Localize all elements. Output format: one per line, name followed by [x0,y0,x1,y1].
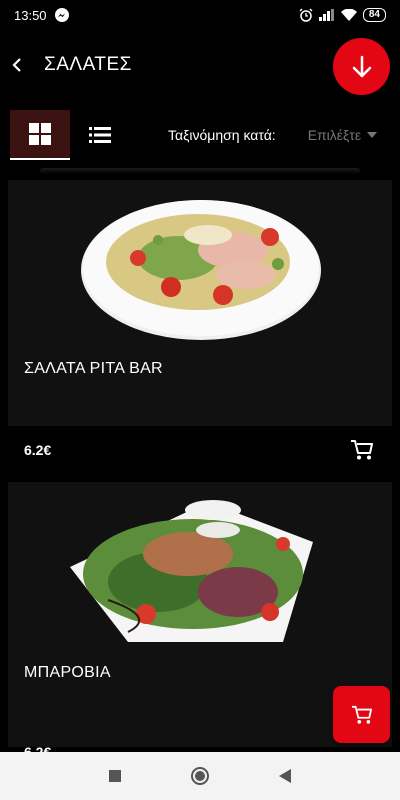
status-left: 13:50 [14,8,69,23]
page-title: ΣΑΛΑΤΕΣ [44,54,132,75]
status-bar: 13:50 84 [0,0,400,30]
grid-view-icon [29,123,51,145]
sort-label: Ταξινόμηση κατά: [168,127,276,143]
add-to-cart-button[interactable] [348,436,376,464]
system-nav-bar [0,752,400,800]
product-price-row: 6.2€ [0,429,400,471]
product-image-caesar-salad [81,200,321,340]
battery-indicator: 84 [362,8,386,22]
caret-down-icon [367,132,378,138]
list-view-toggle[interactable] [80,110,120,160]
divider [40,168,360,174]
arrow-down-icon [352,55,371,77]
status-time: 13:50 [14,7,47,23]
product-image-baravia-salad [70,500,313,642]
scroll-down-button[interactable] [333,38,390,95]
home-icon[interactable] [191,767,209,785]
status-right: 84 [299,8,386,22]
nav-back-icon[interactable] [279,769,291,783]
app-header: ΣΑΛΑΤΕΣ [0,30,400,100]
list-view-icon [89,127,111,143]
sort-dropdown-value: Επιλέξτε [307,127,362,143]
product-name: ΜΠΑΡΟΒΙΑ [24,664,111,681]
product-card[interactable]: ΣΑΛΑΤΑ PITA BAR [8,180,392,426]
cart-fab-button[interactable] [333,686,390,743]
back-button[interactable] [2,50,32,80]
signal-icon [318,9,334,21]
product-name: ΣΑΛΑΤΑ PITA BAR [24,360,163,377]
alarm-icon [299,8,313,22]
cart-icon [351,705,372,724]
wifi-icon [340,9,357,21]
back-arrow-icon [12,58,21,72]
messenger-icon [54,8,69,22]
sort-dropdown[interactable]: Επιλέξτε [307,127,378,143]
grid-view-toggle[interactable] [10,110,70,160]
product-price: 6.2€ [24,442,52,458]
recents-icon[interactable] [109,770,121,782]
cart-icon [351,440,373,460]
toolbar: Ταξινόμηση κατά: Επιλέξτε [0,110,400,160]
